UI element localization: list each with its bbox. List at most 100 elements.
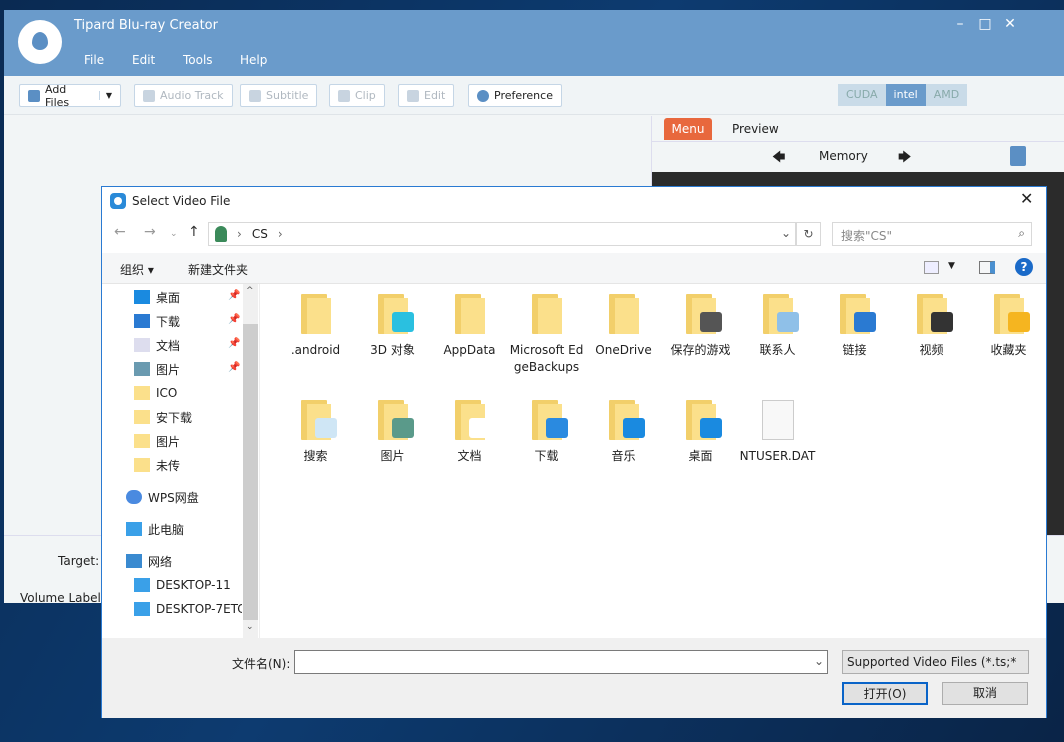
gear-icon	[477, 89, 489, 102]
sidebar-item[interactable]: DESKTOP-11	[134, 574, 242, 596]
address-bar[interactable]: › CS › ⌄	[208, 222, 796, 246]
file-type-select[interactable]: Supported Video Files (*.ts;*	[842, 650, 1029, 674]
dialog-close-button[interactable]: ✕	[1020, 189, 1033, 208]
folder-item[interactable]: 搜索	[277, 400, 354, 465]
sidebar-item-label: 文档	[156, 338, 181, 353]
sidebar-item[interactable]: 此电脑	[126, 518, 234, 540]
sidebar-item-label: 此电脑	[148, 522, 185, 537]
folder-item[interactable]: 图片	[354, 400, 431, 465]
sidebar-item-label: 下载	[156, 314, 181, 329]
scroll-down-icon[interactable]: ⌄	[246, 622, 254, 632]
subtitle-button[interactable]: Subtitle	[240, 84, 318, 107]
forward-icon[interactable]: →	[144, 224, 156, 240]
file-item[interactable]: NTUSER.DAT	[739, 400, 816, 465]
folder-item[interactable]: 下载	[508, 400, 585, 465]
help-icon[interactable]: ?	[1015, 258, 1033, 276]
gpu-amd[interactable]: AMD	[925, 84, 968, 106]
scroll-up-icon[interactable]: ^	[246, 286, 254, 296]
app-title: Tipard Blu-ray Creator	[74, 18, 218, 33]
sidebar-item[interactable]: 网络	[126, 550, 234, 572]
sidebar-item[interactable]: 文档	[134, 334, 242, 356]
search-input[interactable]: 搜索"CS" ⌕	[832, 222, 1032, 246]
menu-file[interactable]: File	[84, 53, 104, 67]
new-folder-button[interactable]: 新建文件夹	[188, 261, 248, 278]
pin-icon[interactable]: 📌	[228, 290, 240, 301]
folder-item[interactable]: 链接	[816, 294, 893, 359]
item-label: 视频	[919, 343, 944, 357]
edit-button[interactable]: Edit	[398, 84, 455, 107]
folder-item[interactable]: 桌面	[662, 400, 739, 465]
filename-dropdown-icon[interactable]: ⌄	[814, 654, 824, 668]
clip-button[interactable]: Clip	[329, 84, 385, 107]
folder-item[interactable]: .android	[277, 294, 354, 359]
audio-track-button[interactable]: Audio Track	[134, 84, 233, 107]
edit-menu-icon[interactable]	[1010, 146, 1026, 166]
volume-label: Volume Label:	[20, 591, 105, 605]
sidebar-item[interactable]: 图片	[134, 430, 242, 452]
folder-item[interactable]: Microsoft EdgeBackups	[508, 294, 585, 376]
folder-item[interactable]: OneDrive	[585, 294, 662, 359]
chevron-down-icon[interactable]: ▼	[948, 261, 955, 271]
computer-icon	[126, 522, 142, 536]
open-button[interactable]: 打开(O)	[842, 682, 928, 705]
sidebar-item[interactable]: DESKTOP-7ETC	[134, 598, 242, 620]
folder-icon	[684, 294, 722, 334]
preference-button[interactable]: Preference	[468, 84, 562, 107]
sidebar-item[interactable]: ICO	[134, 382, 242, 404]
item-label: AppData	[443, 343, 496, 357]
back-icon[interactable]: ←	[114, 224, 126, 240]
filename-input[interactable]	[294, 650, 828, 674]
tab-preview[interactable]: Preview	[732, 118, 779, 140]
picture-icon	[134, 362, 150, 376]
cancel-button[interactable]: 取消	[942, 682, 1028, 705]
abc-icon	[249, 89, 261, 102]
folder-item[interactable]: 收藏夹	[970, 294, 1047, 359]
folder-item[interactable]: 保存的游戏	[662, 294, 739, 359]
folder-icon	[530, 400, 568, 440]
arrow-left-icon[interactable]: 🡄	[772, 148, 785, 170]
gpu-intel[interactable]: intel	[885, 84, 926, 106]
add-files-button[interactable]: Add Files ▼	[19, 83, 121, 109]
pin-icon[interactable]: 📌	[228, 314, 240, 325]
close-button[interactable]: ✕	[1000, 16, 1020, 32]
folder-item[interactable]: 3D 对象	[354, 294, 431, 359]
menu-help[interactable]: Help	[240, 53, 267, 67]
folder-item[interactable]: 视频	[893, 294, 970, 359]
edit-label: Edit	[424, 89, 446, 102]
sidebar-item[interactable]: 图片	[134, 358, 242, 380]
computer-icon	[134, 602, 150, 616]
folder-icon	[761, 294, 799, 334]
tab-menu[interactable]: Menu	[664, 118, 712, 140]
chevron-down-icon[interactable]: ▼	[98, 91, 112, 100]
menu-tools[interactable]: Tools	[183, 53, 213, 67]
sidebar-item-label: DESKTOP-7ETC	[156, 602, 242, 616]
refresh-icon[interactable]: ↻	[796, 222, 821, 246]
recent-chevron-icon[interactable]: ⌄	[170, 229, 178, 239]
dialog-footer: 文件名(N): ⌄ Supported Video Files (*.ts;* …	[102, 638, 1046, 718]
dialog-title: Select Video File	[132, 194, 231, 208]
up-icon[interactable]: ↑	[188, 224, 200, 240]
minimize-button[interactable]: –	[950, 16, 970, 32]
pin-icon[interactable]: 📌	[228, 362, 240, 373]
sidebar-item[interactable]: 桌面	[134, 286, 242, 308]
breadcrumb-cs[interactable]: CS	[252, 227, 268, 241]
folder-item[interactable]: AppData	[431, 294, 508, 359]
view-options-icon[interactable]	[924, 261, 939, 274]
gpu-cuda[interactable]: CUDA	[838, 84, 886, 106]
sidebar-item[interactable]: WPS网盘	[126, 486, 234, 508]
item-label: 联系人	[759, 343, 796, 357]
folder-item[interactable]: 文档	[431, 400, 508, 465]
organize-menu[interactable]: 组织 ▾	[120, 261, 154, 278]
pin-icon[interactable]: 📌	[228, 338, 240, 349]
scrollbar-thumb[interactable]	[243, 324, 258, 620]
menu-edit[interactable]: Edit	[132, 53, 155, 67]
folder-item[interactable]: 联系人	[739, 294, 816, 359]
address-dropdown-icon[interactable]: ⌄	[781, 226, 791, 240]
sidebar-item[interactable]: 安下载	[134, 406, 242, 428]
sidebar-item[interactable]: 未传	[134, 454, 242, 476]
sidebar-item[interactable]: 下载	[134, 310, 242, 332]
folder-item[interactable]: 音乐	[585, 400, 662, 465]
arrow-right-icon[interactable]: 🡆	[898, 148, 911, 170]
preview-pane-icon[interactable]	[979, 261, 995, 274]
maximize-button[interactable]: □	[975, 16, 995, 32]
